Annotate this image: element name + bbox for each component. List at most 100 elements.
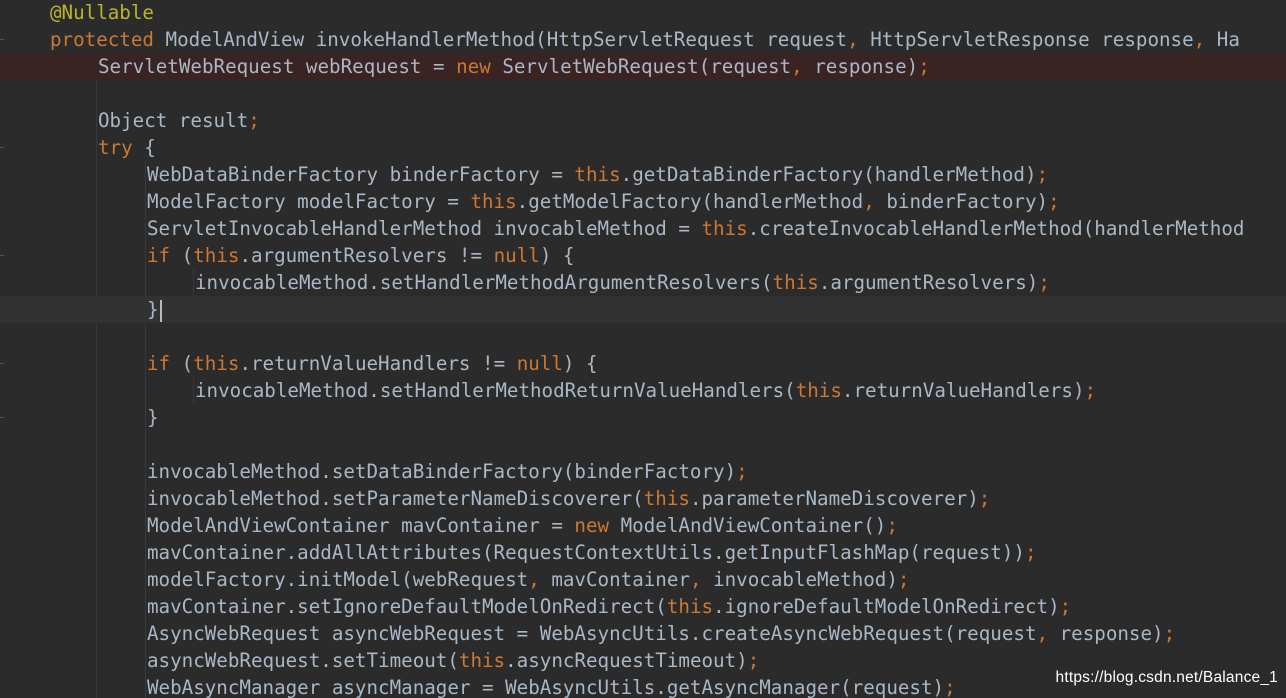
code-annotation: @Nullable: [50, 1, 154, 24]
code-keyword: ,: [528, 568, 540, 591]
code-token: invocableMethod.setHandlerMethodReturnVa…: [195, 379, 796, 402]
code-line[interactable]: ModelAndViewContainer mavContainer = new…: [0, 512, 1286, 539]
code-token: ServletWebRequest webRequest =: [98, 55, 457, 78]
code-token: .getModelFactory(handlerMethod: [516, 190, 864, 213]
code-line-content: if (this.argumentResolvers != null) {: [147, 242, 574, 269]
code-keyword: if: [147, 244, 171, 267]
code-line[interactable]: AsyncWebRequest asyncWebRequest = WebAsy…: [0, 620, 1286, 647]
code-line[interactable]: if (this.argumentResolvers != null) {: [0, 242, 1286, 269]
code-line-content: invocableMethod.setHandlerMethodArgument…: [195, 269, 1050, 296]
code-token: response): [1048, 622, 1164, 645]
code-line-content: @Nullable: [50, 0, 154, 26]
code-line[interactable]: mavContainer.setIgnoreDefaultModelOnRedi…: [0, 593, 1286, 620]
code-line-content: invocableMethod.setParameterNameDiscover…: [147, 485, 990, 512]
code-line-content: ServletInvocableHandlerMethod invocableM…: [147, 215, 1244, 242]
code-line[interactable]: ServletWebRequest webRequest = new Servl…: [0, 53, 1286, 80]
code-token: invocableMethod.setParameterNameDiscover…: [147, 487, 644, 510]
code-token: mavContainer.setIgnoreDefaultModelOnRedi…: [147, 595, 667, 618]
code-line-content: ModelAndViewContainer mavContainer = new…: [147, 512, 898, 539]
code-line[interactable]: Object result;: [0, 107, 1286, 134]
code-keyword: this: [643, 487, 690, 510]
code-keyword: ,: [863, 190, 875, 213]
code-line-content: mavContainer.addAllAttributes(RequestCon…: [147, 539, 1037, 566]
code-line-content: ModelFactory modelFactory = this.getMode…: [147, 188, 1060, 215]
code-token: response): [802, 55, 919, 78]
code-keyword: this: [193, 244, 240, 267]
code-line-content: }: [147, 296, 162, 323]
code-token: .parameterNameDiscoverer): [689, 487, 979, 510]
code-token: AsyncWebRequest asyncWebRequest = WebAsy…: [147, 622, 1037, 645]
code-token: modelFactory.initModel(webRequest: [147, 568, 529, 591]
code-line[interactable]: invocableMethod.setDataBinderFactory(bin…: [0, 458, 1286, 485]
code-keyword: ;: [747, 649, 760, 672]
code-token: .argumentResolvers): [818, 271, 1039, 294]
code-keyword: ;: [944, 676, 956, 698]
code-line-content: WebDataBinderFactory binderFactory = thi…: [147, 161, 1048, 188]
code-token: ModelAndViewContainer mavContainer =: [147, 514, 575, 537]
code-token: .returnValueHandlers !=: [239, 352, 517, 375]
code-editor[interactable]: @Nullable protected ModelAndView invokeHa…: [0, 0, 1286, 698]
code-line-content: WebAsyncManager asyncManager = WebAsyncU…: [147, 674, 956, 698]
code-token: invocableMethod.setDataBinderFactory(bin…: [147, 460, 737, 483]
code-line[interactable]: invocableMethod.setParameterNameDiscover…: [0, 485, 1286, 512]
code-token: ) {: [539, 244, 575, 267]
code-line-content: asyncWebRequest.setTimeout(this.asyncReq…: [147, 647, 759, 674]
code-keyword: ;: [897, 568, 910, 591]
code-token: .argumentResolvers !=: [239, 244, 494, 267]
code-line[interactable]: [0, 80, 1286, 107]
code-keyword: ,: [1193, 28, 1206, 51]
code-area[interactable]: @Nullable protected ModelAndView invokeHa…: [0, 0, 1286, 698]
code-line[interactable]: modelFactory.initModel(webRequest, mavCo…: [0, 566, 1286, 593]
code-token: ServletInvocableHandlerMethod invocableM…: [147, 217, 702, 240]
watermark: https://blog.csdn.net/Balance_1: [1055, 669, 1278, 686]
code-keyword: ;: [248, 109, 260, 132]
code-line[interactable]: mavContainer.addAllAttributes(RequestCon…: [0, 539, 1286, 566]
code-line-content: Object result;: [98, 107, 260, 134]
code-keyword: this: [666, 595, 714, 618]
code-keyword: this: [470, 190, 517, 213]
code-token: .returnValueHandlers): [841, 379, 1085, 402]
code-keyword: if: [147, 352, 171, 375]
code-keyword: this: [701, 217, 748, 240]
code-line[interactable]: try {: [0, 134, 1286, 161]
code-keyword: this: [795, 379, 842, 402]
code-line[interactable]: @Nullable: [0, 0, 1286, 26]
code-line[interactable]: [0, 431, 1286, 458]
code-line[interactable]: ModelFactory modelFactory = this.getMode…: [0, 188, 1286, 215]
code-token: ModelAndViewContainer(): [609, 514, 887, 537]
code-token: (: [170, 244, 194, 267]
code-line-content: protected ModelAndView invokeHandlerMeth…: [50, 26, 1240, 53]
code-keyword: ,: [689, 568, 702, 591]
code-token: }: [147, 298, 159, 321]
code-keyword: ,: [847, 28, 859, 51]
code-token: mavContainer.addAllAttributes(RequestCon…: [147, 541, 1025, 564]
code-keyword: ;: [978, 487, 991, 510]
code-line[interactable]: protected ModelAndView invokeHandlerMeth…: [0, 26, 1286, 53]
code-keyword: ;: [918, 55, 930, 78]
code-line-content: invocableMethod.setDataBinderFactory(bin…: [147, 458, 748, 485]
code-line[interactable]: }: [0, 296, 1286, 323]
code-keyword: ;: [1163, 622, 1176, 645]
code-token: HttpServletResponse response: [858, 28, 1194, 51]
code-token: {: [132, 136, 156, 159]
code-keyword: null: [493, 244, 540, 267]
code-token: .asyncRequestTimeout): [505, 649, 748, 672]
code-keyword: this: [458, 649, 506, 672]
code-keyword: this: [574, 163, 621, 186]
code-line[interactable]: ServletInvocableHandlerMethod invocableM…: [0, 215, 1286, 242]
code-keyword: ;: [1048, 190, 1060, 213]
code-line[interactable]: [0, 323, 1286, 350]
code-token: (: [170, 352, 194, 375]
code-line[interactable]: invocableMethod.setHandlerMethodReturnVa…: [0, 377, 1286, 404]
code-keyword: ;: [736, 460, 748, 483]
code-line[interactable]: WebDataBinderFactory binderFactory = thi…: [0, 161, 1286, 188]
code-line[interactable]: invocableMethod.setHandlerMethodArgument…: [0, 269, 1286, 296]
code-line-content: invocableMethod.setHandlerMethodReturnVa…: [195, 377, 1096, 404]
code-token: WebAsyncManager asyncManager = WebAsyncU…: [147, 676, 945, 698]
code-keyword: ;: [1084, 379, 1097, 402]
code-line[interactable]: }: [0, 404, 1286, 431]
code-line-content: modelFactory.initModel(webRequest, mavCo…: [147, 566, 909, 593]
code-token: mavContainer: [539, 568, 690, 591]
code-token: ModelAndView invokeHandlerMethod(HttpSer…: [153, 28, 848, 51]
code-line[interactable]: if (this.returnValueHandlers != null) {: [0, 350, 1286, 377]
